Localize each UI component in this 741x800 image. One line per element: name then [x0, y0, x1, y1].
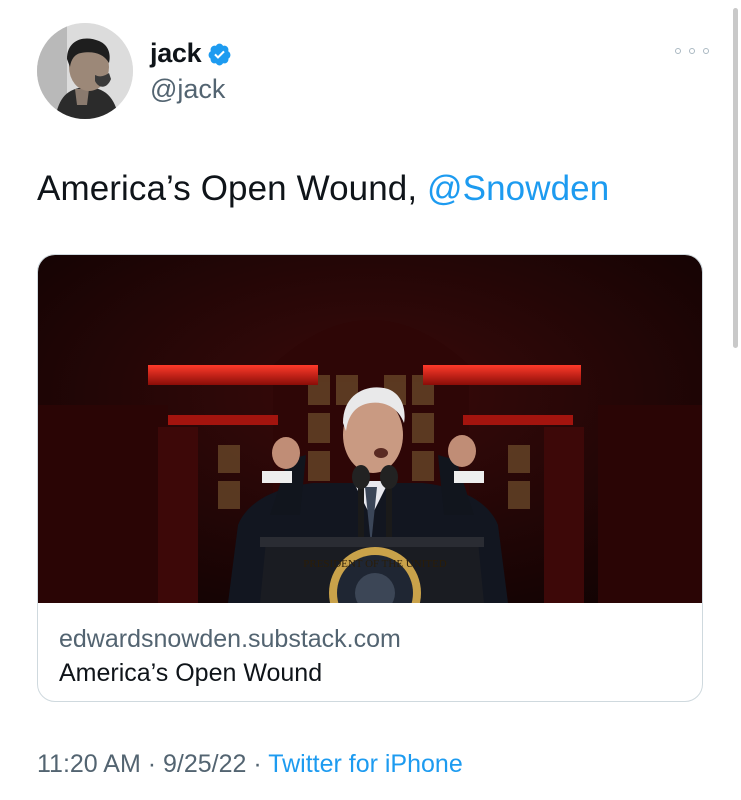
tweet-date[interactable]: 9/25/22: [163, 750, 246, 778]
author-handle[interactable]: @jack: [150, 74, 225, 105]
mention-link[interactable]: @Snowden: [427, 169, 609, 208]
card-title[interactable]: America’s Open Wound: [59, 659, 322, 688]
dot-icon: [689, 48, 695, 54]
profile-photo: [37, 23, 133, 119]
tweet-text: America’s Open Wound, @Snowden: [37, 169, 609, 209]
link-card[interactable]: PRESIDENT OF THE UNITED edwardsnowden.su…: [37, 254, 703, 702]
author-display-name[interactable]: jack: [150, 38, 202, 69]
card-image[interactable]: PRESIDENT OF THE UNITED: [38, 255, 702, 603]
verified-badge-icon: [208, 43, 231, 66]
dot-icon: [675, 48, 681, 54]
tweet-body: America’s Open Wound,: [37, 169, 427, 208]
author-name-row[interactable]: jack: [150, 38, 232, 69]
dot-icon: [703, 48, 709, 54]
more-options-icon[interactable]: [675, 44, 709, 58]
tweet-metadata: 11:20 AM · 9/25/22 · Twitter for iPhone: [37, 750, 463, 779]
meta-separator: ·: [246, 750, 269, 778]
seal-text: PRESIDENT OF THE UNITED: [303, 558, 447, 570]
article-photo: PRESIDENT OF THE UNITED: [38, 255, 702, 603]
card-domain[interactable]: edwardsnowden.substack.com: [59, 625, 401, 654]
avatar[interactable]: [37, 23, 133, 119]
meta-separator: ·: [140, 750, 163, 778]
tweet-source-link[interactable]: Twitter for iPhone: [268, 750, 463, 778]
tweet-time[interactable]: 11:20 AM: [37, 750, 141, 778]
scrollbar[interactable]: [733, 8, 738, 348]
